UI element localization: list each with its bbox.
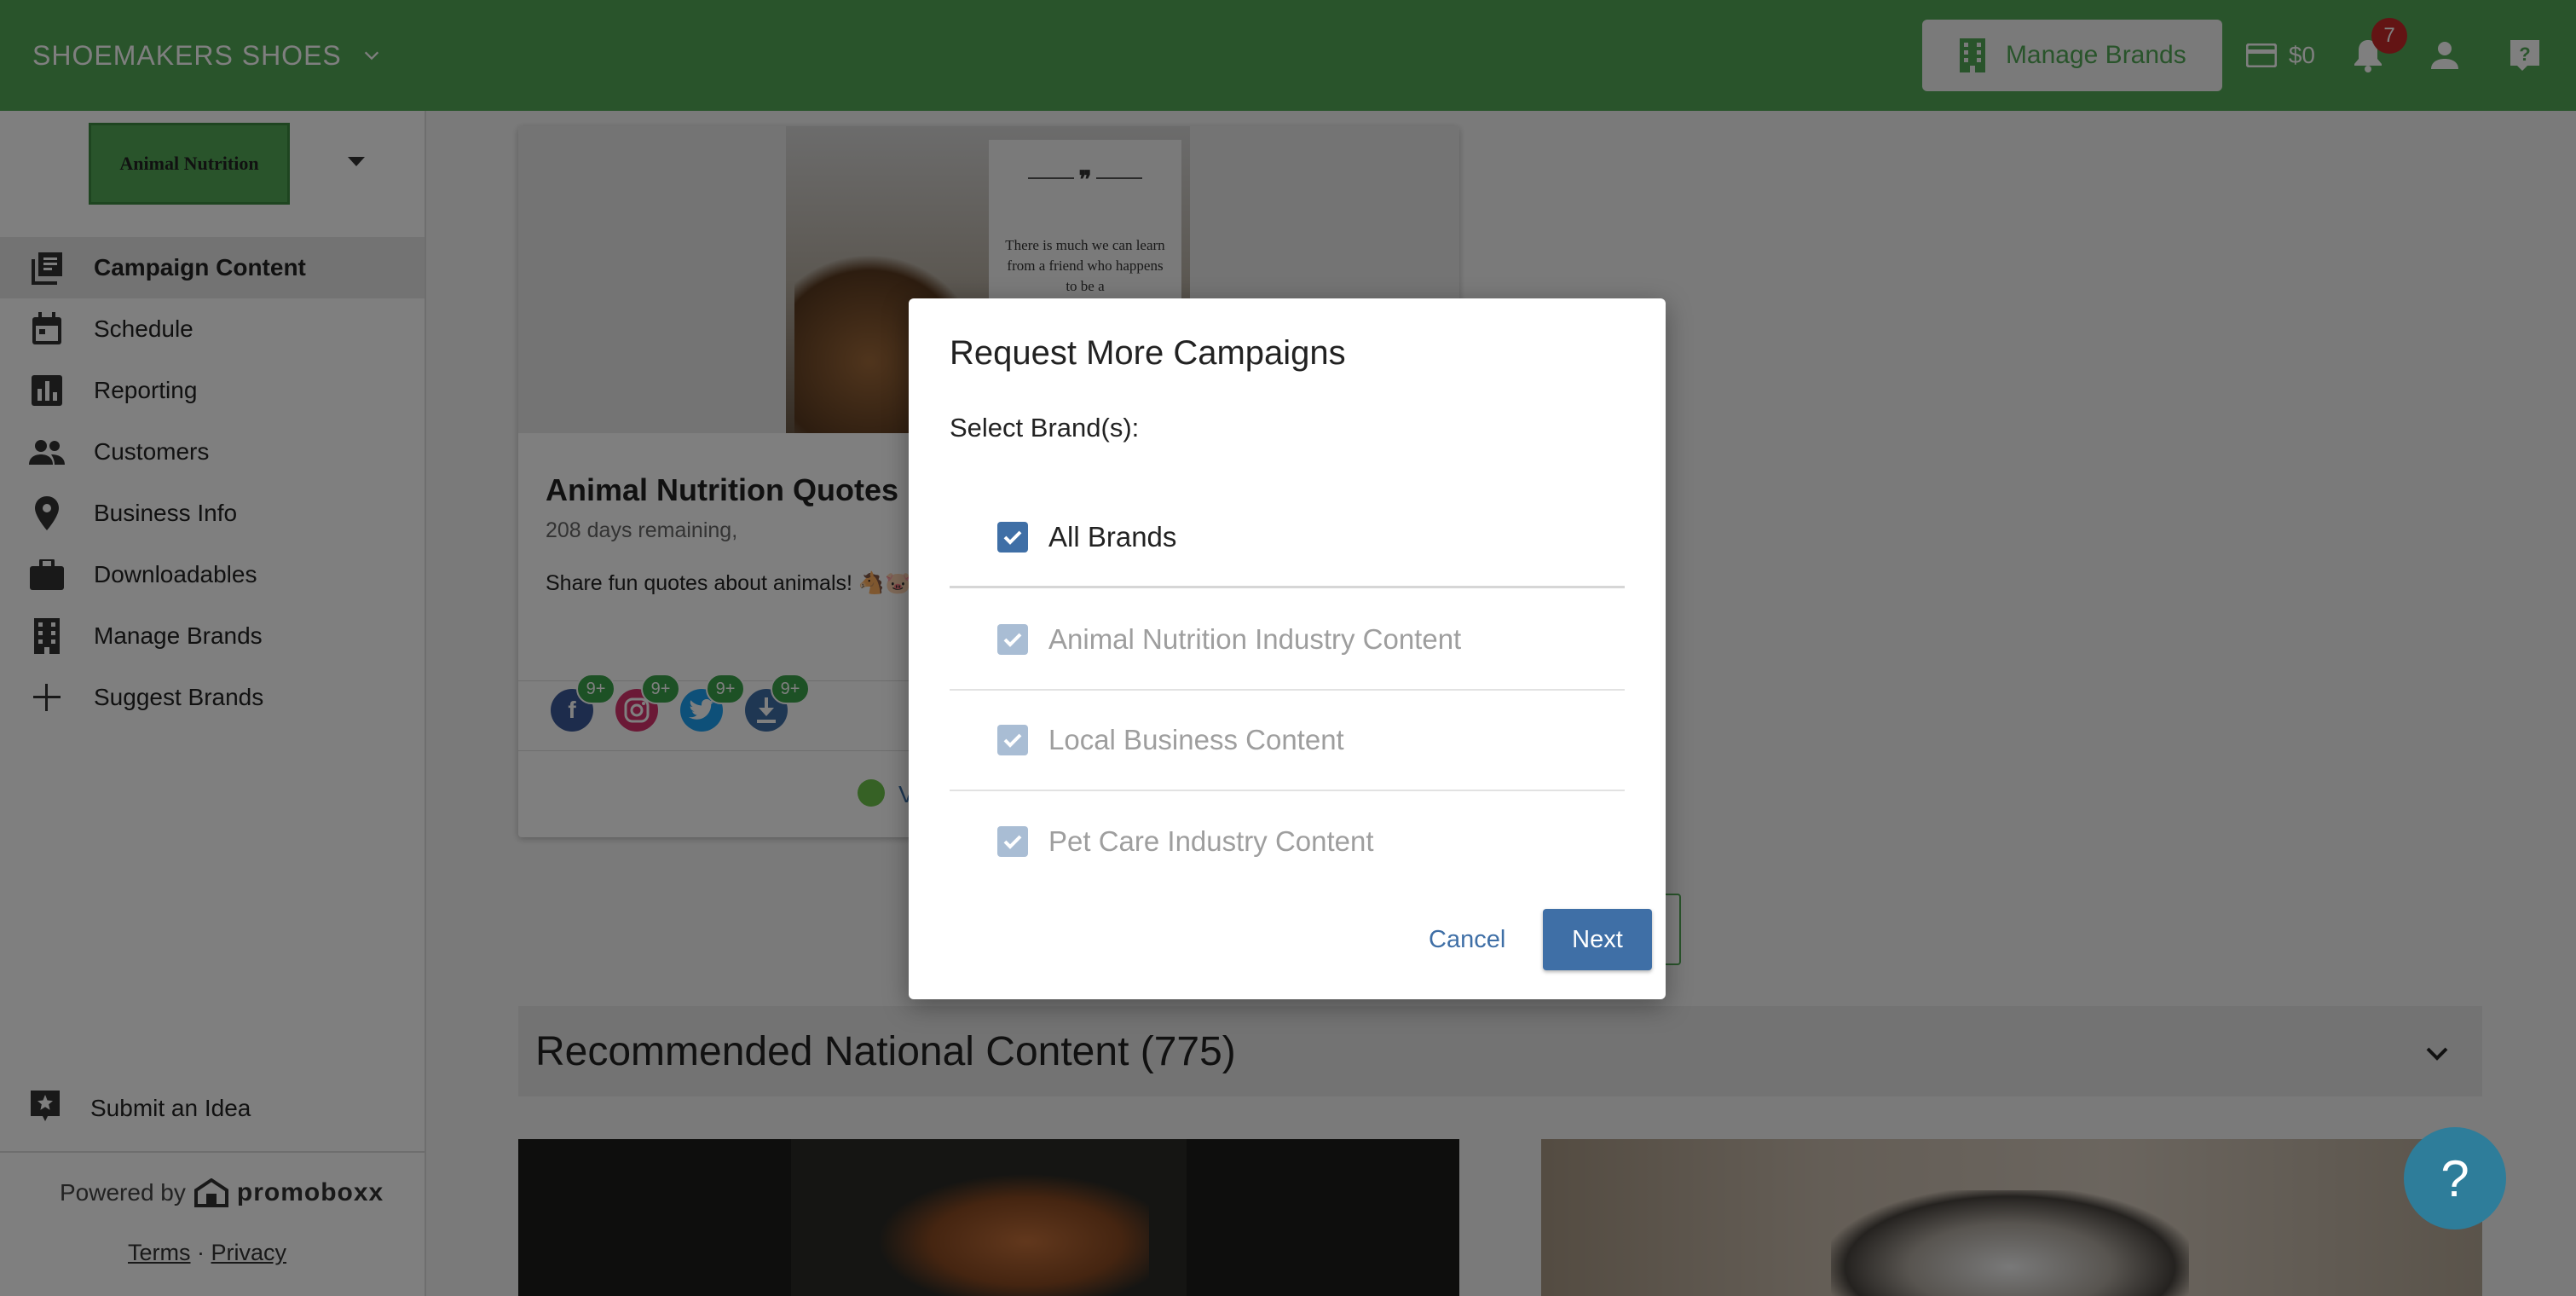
checkbox-checked-disabled	[997, 725, 1028, 755]
brand-option-pet-care: Pet Care Industry Content	[950, 791, 1625, 892]
brand-option-animal-nutrition: Animal Nutrition Industry Content	[950, 590, 1625, 691]
request-campaigns-modal: Request More Campaigns Select Brand(s): …	[909, 298, 1666, 999]
help-fab-glyph: ?	[2440, 1149, 2469, 1207]
next-button[interactable]: Next	[1543, 909, 1652, 970]
check-icon	[1003, 733, 1022, 748]
cancel-button[interactable]: Cancel	[1429, 926, 1505, 954]
checkbox-checked-disabled	[997, 826, 1028, 857]
brand-option-all[interactable]: All Brands	[950, 488, 1625, 588]
check-icon	[1003, 530, 1022, 545]
check-icon	[1003, 835, 1022, 849]
checkbox-checked-disabled	[997, 624, 1028, 655]
brand-option-label: Pet Care Industry Content	[1048, 825, 1374, 857]
brand-option-label: Animal Nutrition Industry Content	[1048, 623, 1462, 655]
modal-title: Request More Campaigns	[950, 334, 1346, 372]
brand-option-label: All Brands	[1048, 520, 1177, 553]
checkbox-checked[interactable]	[997, 521, 1028, 553]
brand-option-label: Local Business Content	[1048, 724, 1344, 755]
check-icon	[1003, 633, 1022, 647]
brand-option-local-business: Local Business Content	[950, 691, 1625, 791]
help-fab-button[interactable]: ?	[2404, 1127, 2506, 1229]
modal-subtitle: Select Brand(s):	[950, 413, 1140, 443]
